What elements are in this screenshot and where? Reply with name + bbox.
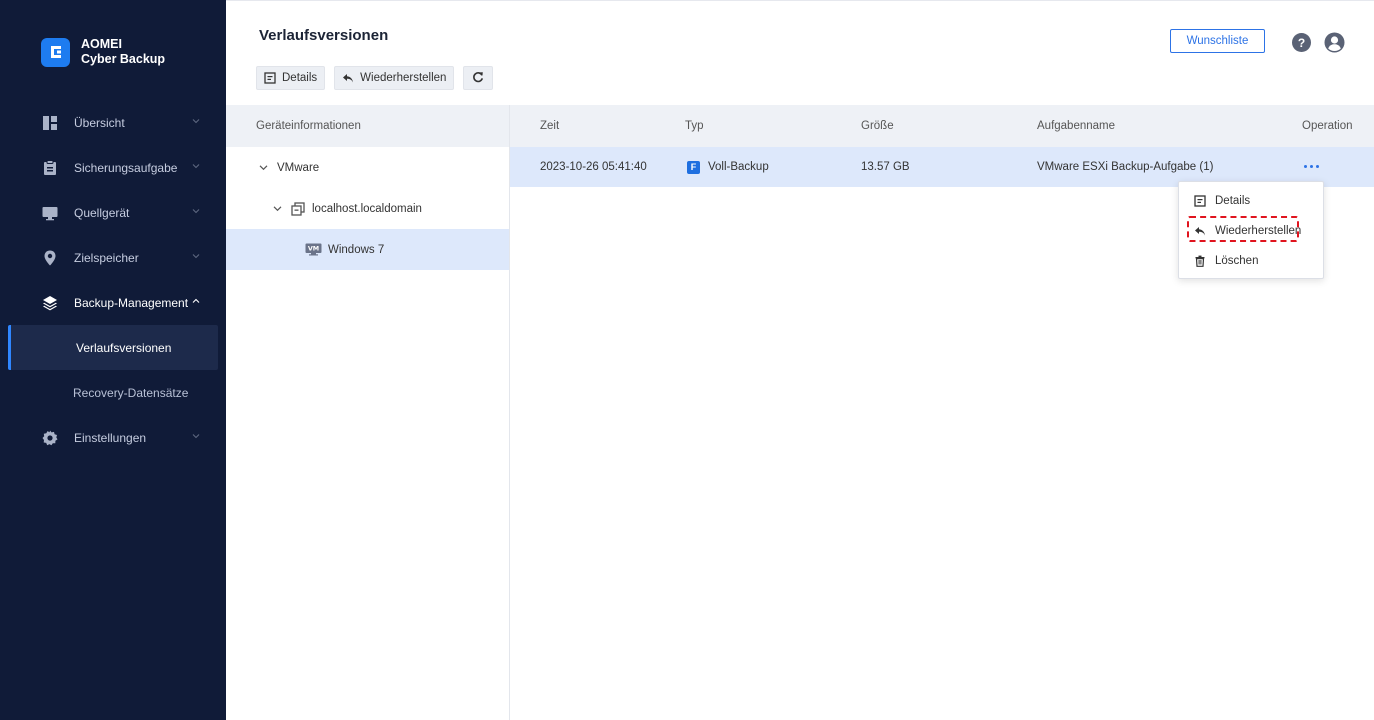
chevron-down-icon[interactable]: [272, 204, 282, 214]
tree-node-label: VMware: [277, 161, 320, 174]
menu-item-delete[interactable]: Löschen: [1179, 246, 1323, 276]
details-button-label: Details: [282, 72, 318, 84]
refresh-icon: [472, 71, 484, 86]
cell-type-label: Voll-Backup: [708, 161, 769, 173]
menu-item-label: Löschen: [1215, 255, 1259, 267]
tree-node-vmware[interactable]: VMware: [226, 147, 509, 188]
sidebar-subitem-history-versions[interactable]: Verlaufsversionen: [8, 325, 218, 370]
sidebar-item-backup-management[interactable]: Backup-Management: [0, 280, 226, 325]
user-avatar-icon[interactable]: [1324, 32, 1345, 53]
help-icon[interactable]: ?: [1292, 33, 1311, 52]
details-button[interactable]: Details: [256, 66, 326, 90]
menu-item-label: Wiederherstellen: [1215, 225, 1302, 237]
wishlist-button[interactable]: Wunschliste: [1170, 29, 1265, 53]
table-header: Zeit Typ Größe Aufgabenname Operation: [510, 105, 1374, 147]
chevron-down-icon: [192, 119, 200, 124]
tree-node-windows7[interactable]: VM Windows 7: [226, 229, 509, 270]
sidebar-nav: Übersicht Sicherungsaufgabe Quellgerät Z…: [0, 100, 226, 460]
vm-icon: VM: [305, 243, 322, 256]
restore-button-label: Wiederherstellen: [360, 72, 447, 84]
details-icon: [264, 72, 276, 84]
restore-icon: [1194, 225, 1206, 237]
restore-icon: [342, 72, 354, 84]
menu-item-label: Details: [1215, 195, 1251, 207]
chevron-down-icon: [192, 434, 200, 439]
chevron-down-icon: [192, 209, 200, 214]
menu-item-details[interactable]: Details: [1179, 186, 1323, 216]
column-header-time[interactable]: Zeit: [540, 105, 559, 147]
sidebar-item-source-device[interactable]: Quellgerät: [0, 190, 226, 235]
app-logo[interactable]: AOMEI Cyber Backup: [41, 37, 165, 67]
aomei-logo-icon: [41, 37, 70, 67]
layers-icon: [42, 295, 58, 311]
tree-node-host[interactable]: localhost.localdomain: [226, 188, 509, 229]
page-title: Verlaufsversionen: [259, 27, 389, 44]
column-header-operation: Operation: [1302, 120, 1353, 132]
sidebar-item-label: Einstellungen: [74, 430, 147, 445]
chevron-down-icon: [192, 254, 200, 259]
tree-node-label: localhost.localdomain: [312, 202, 422, 215]
column-header-type[interactable]: Typ: [685, 105, 704, 147]
sidebar-subitem-label: Recovery-Datensätze: [73, 385, 189, 400]
sidebar-subitem-label: Verlaufsversionen: [76, 340, 172, 355]
svg-text:VM: VM: [308, 245, 319, 253]
sidebar-item-settings[interactable]: Einstellungen: [0, 415, 226, 460]
sidebar-item-label: Zielspeicher: [74, 250, 139, 265]
sidebar-item-label: Übersicht: [74, 115, 125, 130]
gear-icon: [42, 430, 58, 446]
sidebar: AOMEI Cyber Backup Übersicht Sicherungsa…: [0, 0, 226, 720]
clipboard-icon: [42, 159, 58, 176]
cell-size: 13.57 GB: [861, 161, 910, 173]
trash-icon: [1194, 255, 1206, 267]
brand-name: AOMEI: [81, 37, 122, 51]
toolbar: Details Wiederherstellen: [256, 66, 494, 90]
refresh-button[interactable]: [463, 66, 494, 90]
sidebar-subitem-recovery-records[interactable]: Recovery-Datensätze: [0, 370, 226, 415]
tree-node-label: Windows 7: [328, 243, 385, 256]
chevron-up-icon: [192, 298, 200, 303]
sidebar-item-label: Sicherungsaufgabe: [74, 160, 178, 175]
location-pin-icon: [42, 250, 58, 266]
sidebar-item-backup-task[interactable]: Sicherungsaufgabe: [0, 145, 226, 190]
column-header-task-name[interactable]: Aufgabenname: [1037, 105, 1115, 147]
full-backup-icon: F: [687, 160, 700, 174]
product-name: Cyber Backup: [81, 52, 166, 66]
cell-type: F Voll-Backup: [687, 147, 769, 187]
restore-button[interactable]: Wiederherstellen: [334, 66, 455, 90]
more-options-icon[interactable]: [1304, 165, 1319, 168]
sidebar-item-label: Backup-Management: [74, 295, 189, 310]
row-context-menu: Details Wiederherstellen Löschen: [1178, 181, 1324, 279]
host-icon: [291, 201, 305, 216]
device-tree-panel: Geräteinformationen VMware localhost.loc…: [226, 105, 510, 720]
sidebar-item-overview[interactable]: Übersicht: [0, 100, 226, 145]
dashboard-icon: [42, 115, 58, 131]
chevron-down-icon: [192, 164, 200, 169]
chevron-down-icon[interactable]: [258, 163, 268, 173]
tree-header: Geräteinformationen: [226, 105, 509, 147]
monitor-icon: [42, 205, 58, 221]
menu-item-restore[interactable]: Wiederherstellen: [1179, 216, 1323, 246]
details-icon: [1194, 195, 1206, 207]
column-header-size[interactable]: Größe: [861, 105, 894, 147]
sidebar-item-target-storage[interactable]: Zielspeicher: [0, 235, 226, 280]
sidebar-item-label: Quellgerät: [74, 205, 130, 220]
cell-time: 2023-10-26 05:41:40: [540, 161, 647, 173]
main-content: Verlaufsversionen Details Wiederherstell…: [226, 0, 1374, 720]
